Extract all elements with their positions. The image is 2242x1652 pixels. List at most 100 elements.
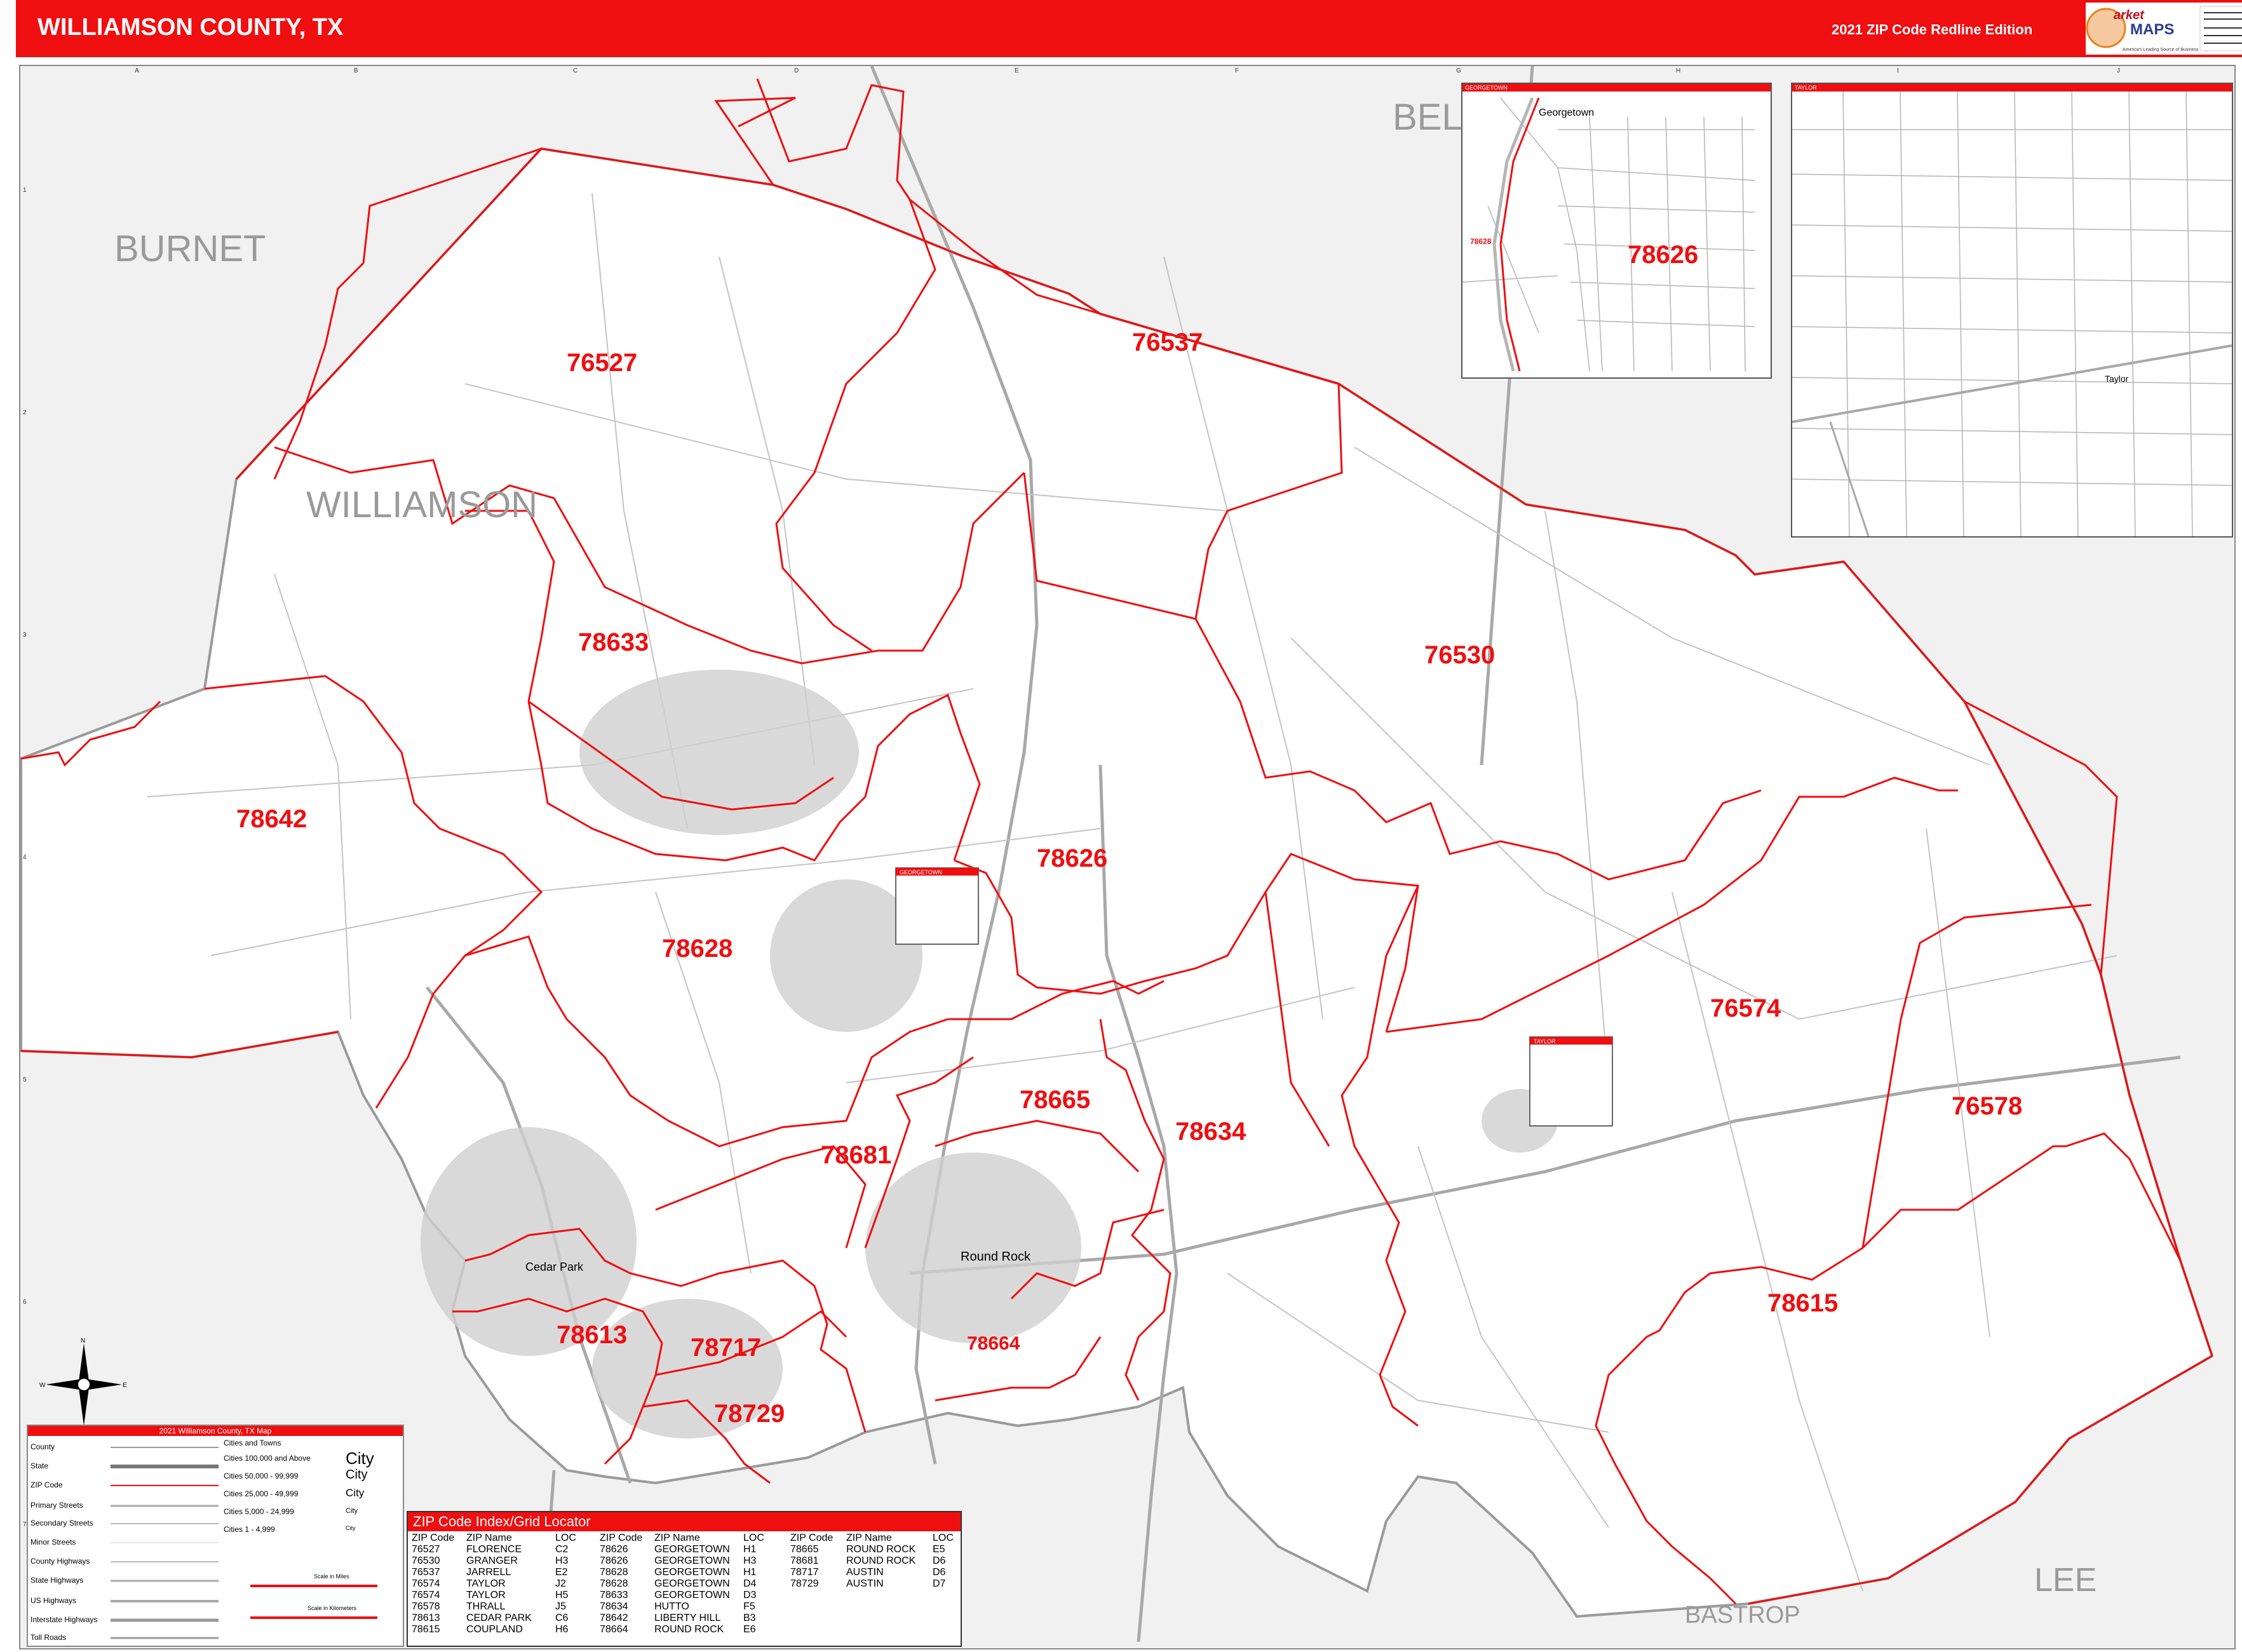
grid-row-6: 6 <box>23 1299 27 1306</box>
zip-index-cell: 78634 <box>600 1601 628 1612</box>
zip-index-title: ZIP Code Index/Grid Locator <box>408 1512 961 1531</box>
zip-index-cell: 76574 <box>412 1578 440 1589</box>
zip-label-76537: 76537 <box>1132 328 1203 356</box>
legend-city-class-3: Cities 25,000 - 49,999 <box>224 1489 299 1498</box>
zip-label-78681: 78681 <box>821 1141 891 1169</box>
map-frame[interactable]: BURNET WILLIAMSON BEL BASTROP LEE GEORGE… <box>19 65 2236 1649</box>
zip-index-cell: H5 <box>555 1590 569 1601</box>
locator-box-georgetown[interactable]: GEORGETOWN <box>895 867 979 945</box>
grid-col-b: B <box>354 67 358 74</box>
zip-index-cell: GRANGER <box>466 1555 518 1566</box>
zip-boundary-north-lobe <box>756 78 911 200</box>
zip-index-cell: 78626 <box>600 1555 628 1566</box>
grid-row-5: 5 <box>23 1076 27 1083</box>
city-label-round-rock: Round Rock <box>961 1250 1031 1264</box>
legend-scale-miles: Scale in Miles <box>314 1573 349 1580</box>
svg-text:N: N <box>81 1337 85 1344</box>
map-legend: 2021 Williamson County, TX Map County St… <box>27 1425 404 1647</box>
inset-taylor-map: Taylor <box>1792 91 2232 536</box>
inset-georgetown-map: Georgetown 78626 78628 <box>1462 97 1755 372</box>
zip-index-cell: H6 <box>555 1624 569 1635</box>
zip-label-78642: 78642 <box>236 805 307 833</box>
zip-label-78633: 78633 <box>578 628 649 656</box>
legend-city-class-4: Cities 5,000 - 24,999 <box>224 1507 294 1516</box>
zip-label-76578: 76578 <box>1952 1092 2022 1120</box>
grid-col-c: C <box>573 67 578 74</box>
locator-box-taylor[interactable]: TAYLOR <box>1529 1036 1613 1127</box>
legend-city-class-2: Cities 50,000 - 99,999 <box>224 1472 299 1480</box>
county-label-williamson: WILLIAMSON <box>306 484 537 525</box>
zip-index-cell: GEORGETOWN <box>654 1567 730 1578</box>
grid-col-j: J <box>2117 67 2120 74</box>
legend-county-hwy: County Highways <box>30 1557 90 1566</box>
legend-city-class-1: Cities 100,000 and Above <box>224 1454 311 1463</box>
zip-index-cell: E2 <box>555 1567 568 1578</box>
zip-label-78717: 78717 <box>691 1334 761 1362</box>
zip-index-cell: 78628 <box>600 1567 628 1578</box>
zip-index-cell: 78633 <box>600 1590 628 1601</box>
zip-index-cell: 78729 <box>790 1578 819 1589</box>
inset-taylor-city: Taylor <box>2105 374 2129 384</box>
zip-index-cell: H3 <box>743 1555 757 1566</box>
zip-index-cell: JARRELL <box>466 1567 511 1578</box>
grid-col-e: E <box>1015 67 1019 74</box>
zip-index-cell: J2 <box>555 1578 566 1589</box>
zip-index-cell: ROUND ROCK <box>846 1544 916 1555</box>
inset-georgetown-zip-small: 78628 <box>1470 237 1492 246</box>
zip-index-cell: AUSTIN <box>846 1578 884 1589</box>
zip-code-index: ZIP Code Index/Grid Locator ZIP Code 765… <box>407 1511 962 1647</box>
svg-text:W: W <box>39 1382 46 1389</box>
zip-index-cell: HUTTO <box>654 1601 689 1612</box>
grid-row-4: 4 <box>23 854 27 861</box>
zip-label-78613: 78613 <box>557 1321 627 1349</box>
zip-index-cell: 78665 <box>790 1544 819 1555</box>
zip-index-cell: LIBERTY HILL <box>654 1613 721 1623</box>
zip-index-cell: TAYLOR <box>466 1590 506 1601</box>
svg-text:E: E <box>123 1382 127 1389</box>
zip-label-76527: 76527 <box>567 349 637 377</box>
zip-index-cell: COUPLAND <box>466 1624 523 1635</box>
legend-title: 2021 Williamson County, TX Map <box>28 1426 403 1436</box>
zip-index-cell: ROUND ROCK <box>846 1555 916 1566</box>
zip-index-cell: E5 <box>933 1544 945 1555</box>
zip-label-78628: 78628 <box>662 935 733 963</box>
zip-index-cell: TAYLOR <box>466 1578 506 1589</box>
zip-index-cell: 78717 <box>790 1567 819 1578</box>
zip-index-cell: 76574 <box>412 1590 440 1601</box>
legend-minor: Minor Streets <box>30 1538 76 1547</box>
legend-city-sample-5: City <box>346 1525 356 1531</box>
legend-state-hwy: State Highways <box>30 1576 84 1585</box>
logo-tagline: America's Leading Source of Business Map… <box>2123 48 2211 52</box>
zip-index-cell: 78613 <box>412 1613 440 1623</box>
legend-symbols <box>111 1447 219 1639</box>
inset-georgetown[interactable]: GEORGETOWN Georgetown 78626 78628 <box>1461 83 1772 379</box>
zip-index-cell: D7 <box>933 1578 946 1589</box>
zip-index-col-2-names: ZIP Name GEORGETOWN GEORGETOWN GEORGETOW… <box>654 1533 730 1635</box>
zip-index-cell: D3 <box>743 1590 757 1601</box>
zip-index-cell: F5 <box>743 1601 755 1612</box>
zip-label-78615: 78615 <box>1767 1289 1838 1317</box>
zip-index-cell: 76537 <box>412 1567 440 1578</box>
zip-index-cell: H1 <box>743 1567 757 1578</box>
inset-georgetown-zip: 78626 <box>1628 241 1698 269</box>
grid-col-f: F <box>1235 67 1239 74</box>
legend-state: State <box>30 1461 49 1470</box>
county-label-lee: LEE <box>2034 1562 2097 1599</box>
grid-col-d: D <box>794 67 799 74</box>
logo-graphic: arket MAPS America's Leading Source of B… <box>2086 6 2242 52</box>
zip-index-col-1-loc: LOC C2 H3 E2 J2 H5 J5 C6 H6 <box>555 1533 576 1635</box>
legend-county: County <box>30 1442 55 1451</box>
zip-index-col-3-loc: LOC E5 D6 D6 D7 <box>933 1533 954 1589</box>
legend-city-sample-4: City <box>346 1507 358 1515</box>
zip-index-cell: 78626 <box>600 1544 628 1555</box>
zip-index-cell: GEORGETOWN <box>654 1578 730 1589</box>
county-label-bastrop: BASTROP <box>1685 1602 1800 1628</box>
zip-index-cell: E6 <box>743 1624 756 1635</box>
zip-index-col-1-codes: ZIP Code 76527 76530 76537 76574 76574 7… <box>412 1533 455 1635</box>
inset-taylor-title: TAYLOR <box>1792 84 2232 91</box>
legend-cities-header: Cities and Towns <box>224 1439 281 1447</box>
inset-taylor[interactable]: TAYLOR Taylor <box>1791 83 2233 538</box>
zip-label-78665: 78665 <box>1020 1086 1090 1114</box>
legend-city-class-5: Cities 1 - 4,999 <box>224 1525 275 1534</box>
zip-index-col-3-names: ZIP Name ROUND ROCK ROUND ROCK AUSTIN AU… <box>846 1533 916 1589</box>
